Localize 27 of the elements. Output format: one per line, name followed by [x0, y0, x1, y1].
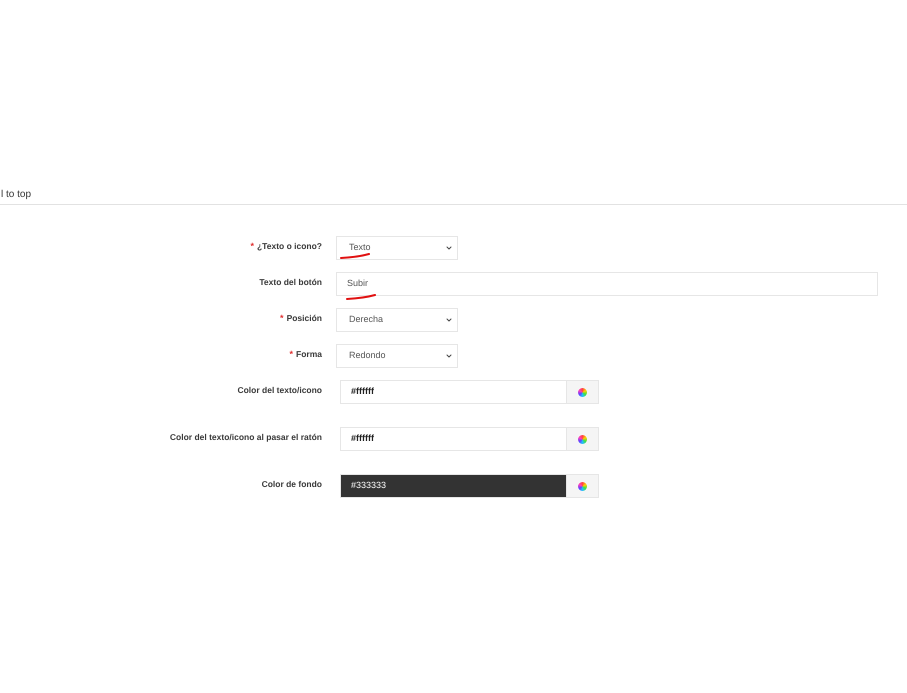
- chevron-down-icon: [445, 244, 453, 252]
- required-asterisk: *: [250, 241, 254, 252]
- color-field[interactable]: #ffffff: [340, 427, 567, 451]
- color-wheel-icon: [578, 388, 587, 396]
- color-field[interactable]: #ffffff: [340, 380, 567, 404]
- field-label: Texto del botón: [259, 277, 322, 288]
- field-label: Color del texto/icono: [237, 385, 322, 396]
- color-picker-button[interactable]: [567, 427, 599, 451]
- color-picker-button[interactable]: [567, 474, 599, 498]
- field-label: ¿Texto o icono?: [256, 241, 322, 252]
- text-field[interactable]: Subir: [336, 272, 878, 296]
- color-wheel-icon: [578, 434, 587, 444]
- select-field[interactable]: Redondo: [336, 344, 458, 368]
- chevron-down-icon: [445, 316, 453, 324]
- required-asterisk: *: [280, 313, 284, 324]
- select-field[interactable]: Derecha: [336, 308, 458, 332]
- chevron-down-icon: [445, 352, 453, 360]
- field-label: Forma: [296, 349, 322, 360]
- field-label: Posición: [286, 313, 322, 324]
- field-label: Color de fondo: [262, 479, 322, 490]
- select-field[interactable]: Texto: [336, 236, 458, 260]
- section-title: l to top: [0, 189, 32, 201]
- required-asterisk: *: [290, 349, 294, 360]
- color-field[interactable]: #333333: [340, 474, 567, 498]
- color-wheel-icon: [578, 482, 587, 490]
- color-picker-button[interactable]: [567, 380, 599, 404]
- field-label: Color del texto/icono al pasar el ratón: [170, 432, 322, 443]
